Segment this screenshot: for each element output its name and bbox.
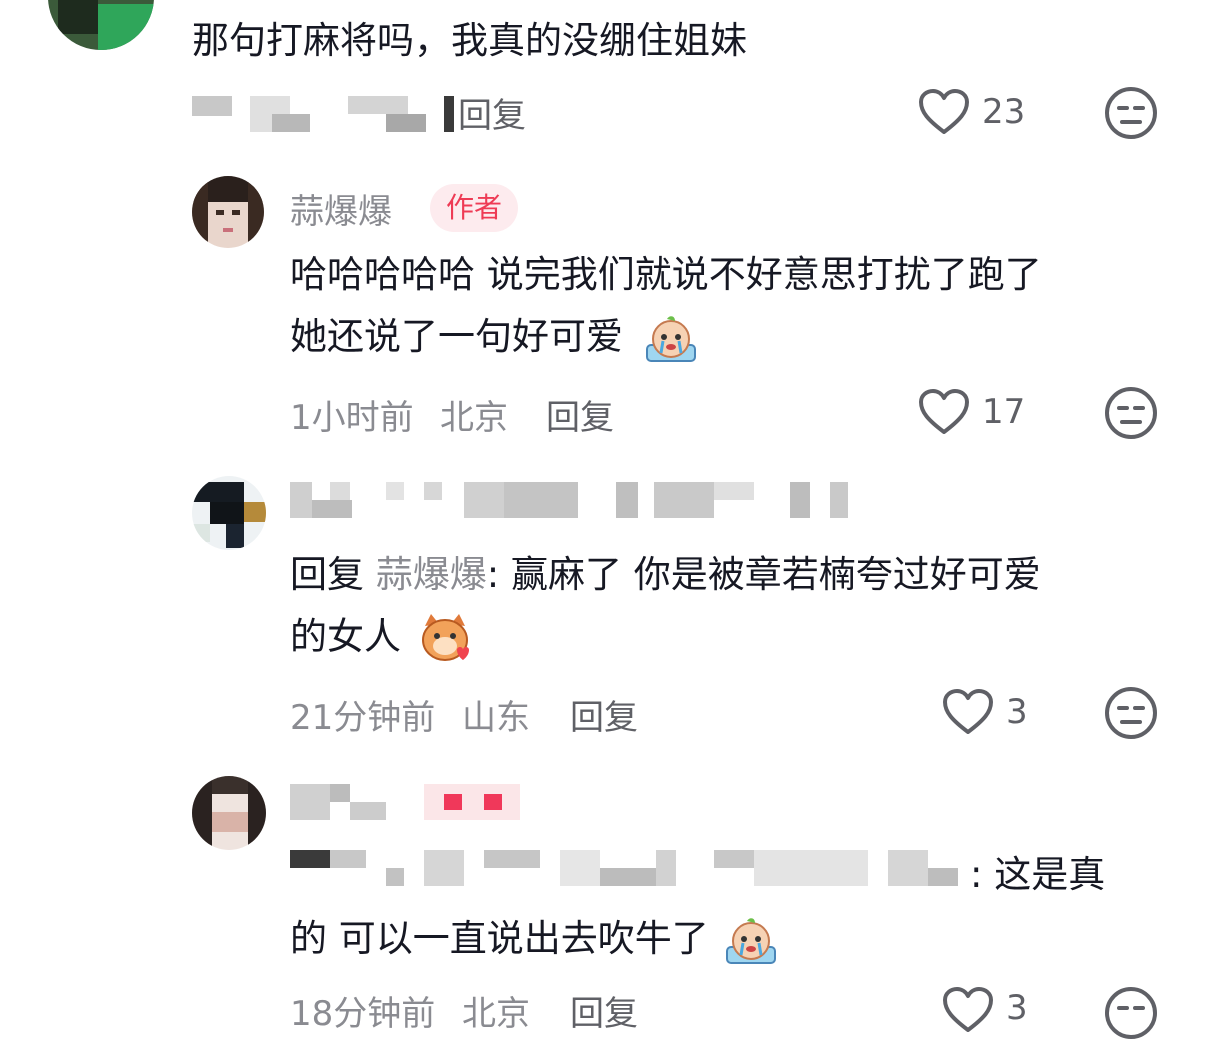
crying-emoji-icon — [643, 313, 699, 365]
comment-line-tail: : 这是真 — [970, 853, 1106, 896]
comment-text: 那句打麻将吗，我真的没绷住姐妹 — [192, 19, 747, 62]
comment-line-text: 的 可以一直说出去吹牛了 — [290, 917, 709, 960]
meh-face-icon[interactable] — [1104, 86, 1158, 140]
like-count: 3 — [1006, 692, 1028, 732]
heart-outline-icon[interactable] — [918, 88, 970, 136]
author-badge: 作者 — [430, 184, 519, 232]
blurred-reply-target — [290, 850, 970, 890]
blurred-username — [290, 482, 850, 522]
like-count: 17 — [982, 392, 1026, 432]
reply-to-name[interactable]: 蒜爆爆 — [376, 553, 487, 596]
reply-button[interactable]: 回复 — [546, 390, 614, 439]
comment-line-text: 她还说了一句好可爱 — [290, 315, 623, 358]
reply-prefix: 回复 — [290, 553, 364, 596]
avatar[interactable] — [48, 0, 154, 50]
comment-location: 北京 — [440, 398, 508, 438]
comment-text: 哈哈哈哈哈 说完我们就说不好意思打扰了跑了 她还说了一句好可爱 — [290, 244, 1042, 368]
comment-text: 回复 蒜爆爆: 赢麻了 你是被章若楠夸过好可爱 的女人 — [290, 544, 1041, 668]
crying-emoji-icon — [723, 915, 779, 967]
comment-line: 的女人 — [290, 606, 1041, 668]
blurred-username — [290, 784, 530, 824]
heart-outline-icon[interactable] — [918, 388, 970, 436]
reply-button[interactable]: 回复 — [570, 690, 638, 739]
comment-time: 21分钟前 — [290, 698, 436, 738]
meh-face-icon[interactable] — [1104, 686, 1158, 740]
reply-button[interactable]: 回复 — [458, 88, 526, 137]
dog-love-emoji-icon — [417, 612, 473, 666]
heart-outline-icon[interactable] — [942, 986, 994, 1034]
comment-location: 北京 — [462, 994, 530, 1034]
comment-time: 1小时前 — [290, 398, 414, 438]
meh-face-icon[interactable] — [1104, 386, 1158, 440]
comment-line: 的 可以一直说出去吹牛了 — [290, 908, 779, 970]
avatar[interactable] — [192, 776, 266, 850]
comment-line: 她还说了一句好可爱 — [290, 306, 1042, 368]
comment-line-text: : 赢麻了 你是被章若楠夸过好可爱 — [486, 553, 1041, 596]
avatar[interactable] — [192, 476, 266, 550]
reply-button[interactable]: 回复 — [570, 986, 638, 1035]
comment-line: 哈哈哈哈哈 说完我们就说不好意思打扰了跑了 — [290, 253, 1042, 296]
comment-line: 回复 蒜爆爆: 赢麻了 你是被章若楠夸过好可爱 — [290, 544, 1041, 606]
author-name[interactable]: 蒜爆爆 — [290, 184, 392, 233]
like-count: 23 — [982, 92, 1026, 132]
avatar[interactable] — [192, 176, 264, 248]
comment-time: 18分钟前 — [290, 994, 436, 1034]
heart-outline-icon[interactable] — [942, 688, 994, 736]
meh-face-icon[interactable] — [1104, 986, 1158, 1040]
comment-line-text: 的女人 — [290, 615, 401, 658]
like-count: 3 — [1006, 988, 1028, 1028]
comment-location: 山东 — [462, 698, 530, 738]
blurred-meta — [192, 96, 454, 136]
